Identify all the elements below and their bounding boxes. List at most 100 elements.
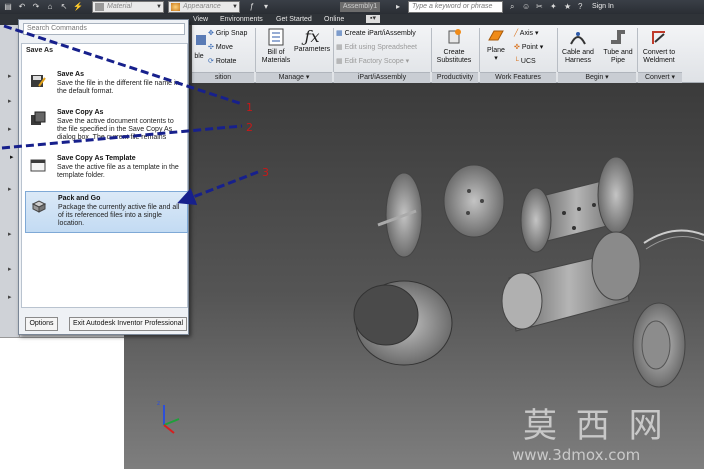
create-ipart-button[interactable]: ▦ Create iPart/iAssembly [336,29,416,39]
tube-pipe-button[interactable]: Tube and Pipe [599,28,637,65]
convert-label: Convert [645,74,670,81]
search-icon[interactable]: ⌕ [510,1,514,13]
submenu-title: Save As [26,47,53,54]
search-commands-input[interactable]: Search Commands [23,23,185,35]
create-substitutes-button[interactable]: Create Substitutes [434,28,474,65]
chevron-right-icon[interactable]: ▸ [8,72,12,80]
chevron-right-icon[interactable]: ▸ [10,153,14,161]
point-icon: ✜ [514,44,520,51]
create-ipart-icon: ▦ [336,30,343,37]
assemble-label: ble [194,53,204,60]
fx-parameters-icon: ƒx [304,27,320,46]
save-copy-as-desc: Save the active document contents to the… [57,118,174,141]
create-substitutes-label: Create Substitutes [436,49,472,64]
material-swatch [95,3,104,11]
svg-text:z: z [157,400,160,407]
position-panel-label[interactable]: sition [192,72,254,83]
application-menu: Search Commands Save As Save As Save the… [18,19,189,335]
material-combo[interactable]: Material ▼ [92,1,164,13]
user-icon[interactable]: ☺ [522,1,530,13]
plane-button[interactable]: Plane ▾ [484,28,508,63]
save-copy-as-template-item[interactable]: Save Copy As Template Save the active fi… [25,152,188,189]
chevron-down-icon: ▾ [494,55,498,62]
update-icon[interactable]: ⚡ [72,1,84,13]
help-icon[interactable]: ? [578,1,582,13]
save-copy-as-item[interactable]: Save Copy As Save the active document co… [25,106,188,143]
bill-of-materials-icon [268,28,284,46]
binoculars-icon[interactable]: ▸ [392,1,404,13]
chevron-right-icon[interactable]: ▸ [8,230,12,238]
begin-label: Begin [585,74,604,81]
chevron-down-icon: ▼ [232,4,238,10]
convert-weldment-label: Convert to Weldment [642,49,676,64]
create-ipart-label: Create iPart/iAssembly [344,30,416,37]
appearance-combo[interactable]: Appearance ▼ [168,1,240,13]
redo-icon[interactable]: ↷ [30,1,42,13]
parameters-label: Parameters [294,46,331,53]
keyword-search-input[interactable]: Type a keyword or phrase [408,1,503,13]
select-icon[interactable]: ↖ [58,1,70,13]
tab-view[interactable]: View [193,14,208,25]
weldment-icon [652,31,665,44]
begin-panel-label[interactable]: Begin ▾ [558,72,636,83]
grip-snap-icon: ✥ [208,30,214,37]
cable-harness-button[interactable]: Cable and Harness [559,28,597,65]
tab-environments[interactable]: Environments [220,14,263,25]
work-features-panel-label[interactable]: Work Features [480,72,556,83]
menu-icon[interactable]: ▤ [2,1,14,13]
grip-snap-label: Grip Snap [215,30,248,37]
save-as-item[interactable]: Save As Save the file in the different f… [25,68,188,105]
browser-tree[interactable] [0,337,124,469]
point-label: Point [521,44,538,51]
edit-factory-scope-label: Edit Factory Scope [344,58,404,65]
rotate-button[interactable]: ⟳ Rotate [208,57,236,67]
chevron-right-icon[interactable]: ▸ [8,185,12,193]
chevron-right-icon[interactable]: ▸ [8,125,12,133]
grip-snap-button[interactable]: ✥ Grip Snap [208,29,247,39]
place-icon[interactable] [194,34,208,49]
exit-button[interactable]: Exit Autodesk Inventor Professional [69,317,187,331]
productivity-panel-label[interactable]: Productivity [432,72,478,83]
ipart-panel-label[interactable]: iPart/iAssembly [334,72,430,83]
move-button[interactable]: ✣ Move [208,43,233,53]
chevron-right-icon[interactable]: ▸ [8,293,12,301]
pack-and-go-item[interactable]: Pack and Go Package the currently active… [25,191,188,233]
manage-label: Manage [278,74,304,81]
pack-and-go-title: Pack and Go [58,195,101,202]
star-icon[interactable]: ★ [564,1,571,13]
plane-label: Plane [487,47,505,54]
appearance-placeholder: Appearance [183,3,221,10]
bill-of-materials-label: Bill of Materials [261,49,291,64]
home-icon[interactable]: ⌂ [44,1,56,13]
dropdown-icon[interactable]: ▾ [260,1,272,13]
tab-get-started[interactable]: Get Started [276,14,312,25]
save-as-title: Save As [57,71,84,78]
substitutes-icon [448,29,461,44]
appearance-swatch [171,3,180,11]
ucs-button[interactable]: └ UCS [514,57,536,67]
options-button[interactable]: Options [25,317,58,331]
chevron-right-icon[interactable]: ▸ [8,97,12,105]
undo-icon[interactable]: ↶ [16,1,28,13]
ribbon-options-icon[interactable]: ▪▾ [366,15,380,23]
edit-spreadsheet-button: ▦ Edit using Spreadsheet [336,43,417,53]
edit-spreadsheet-label: Edit using Spreadsheet [344,44,417,51]
point-button[interactable]: ✜ Point ▾ [514,43,543,53]
save-copy-as-title: Save Copy As [57,109,104,116]
subscription-icon[interactable]: ✦ [550,1,557,13]
convert-panel-label[interactable]: Convert ▾ [638,72,682,83]
bill-of-materials-button[interactable]: Bill of Materials [258,28,294,65]
tools-icon[interactable]: ✂ [536,1,543,13]
edit-factory-scope-button: ▦ Edit Factory Scope ▾ [336,58,410,65]
material-placeholder: Material [107,3,132,10]
fx-icon[interactable]: ƒ [246,1,258,13]
save-as-submenu: Save As Save As Save the file in the dif… [21,43,188,308]
tab-online[interactable]: Online [324,14,344,25]
axis-button[interactable]: ╱ Axis ▾ [514,29,538,39]
convert-weldment-button[interactable]: Convert to Weldment [639,28,679,65]
chevron-right-icon[interactable]: ▸ [8,265,12,273]
manage-panel-label[interactable]: Manage ▾ [256,72,332,83]
parameters-button[interactable]: ƒx Parameters [294,28,330,54]
chevron-down-icon: ▼ [156,4,162,10]
sign-in-button[interactable]: Sign In [592,1,614,13]
